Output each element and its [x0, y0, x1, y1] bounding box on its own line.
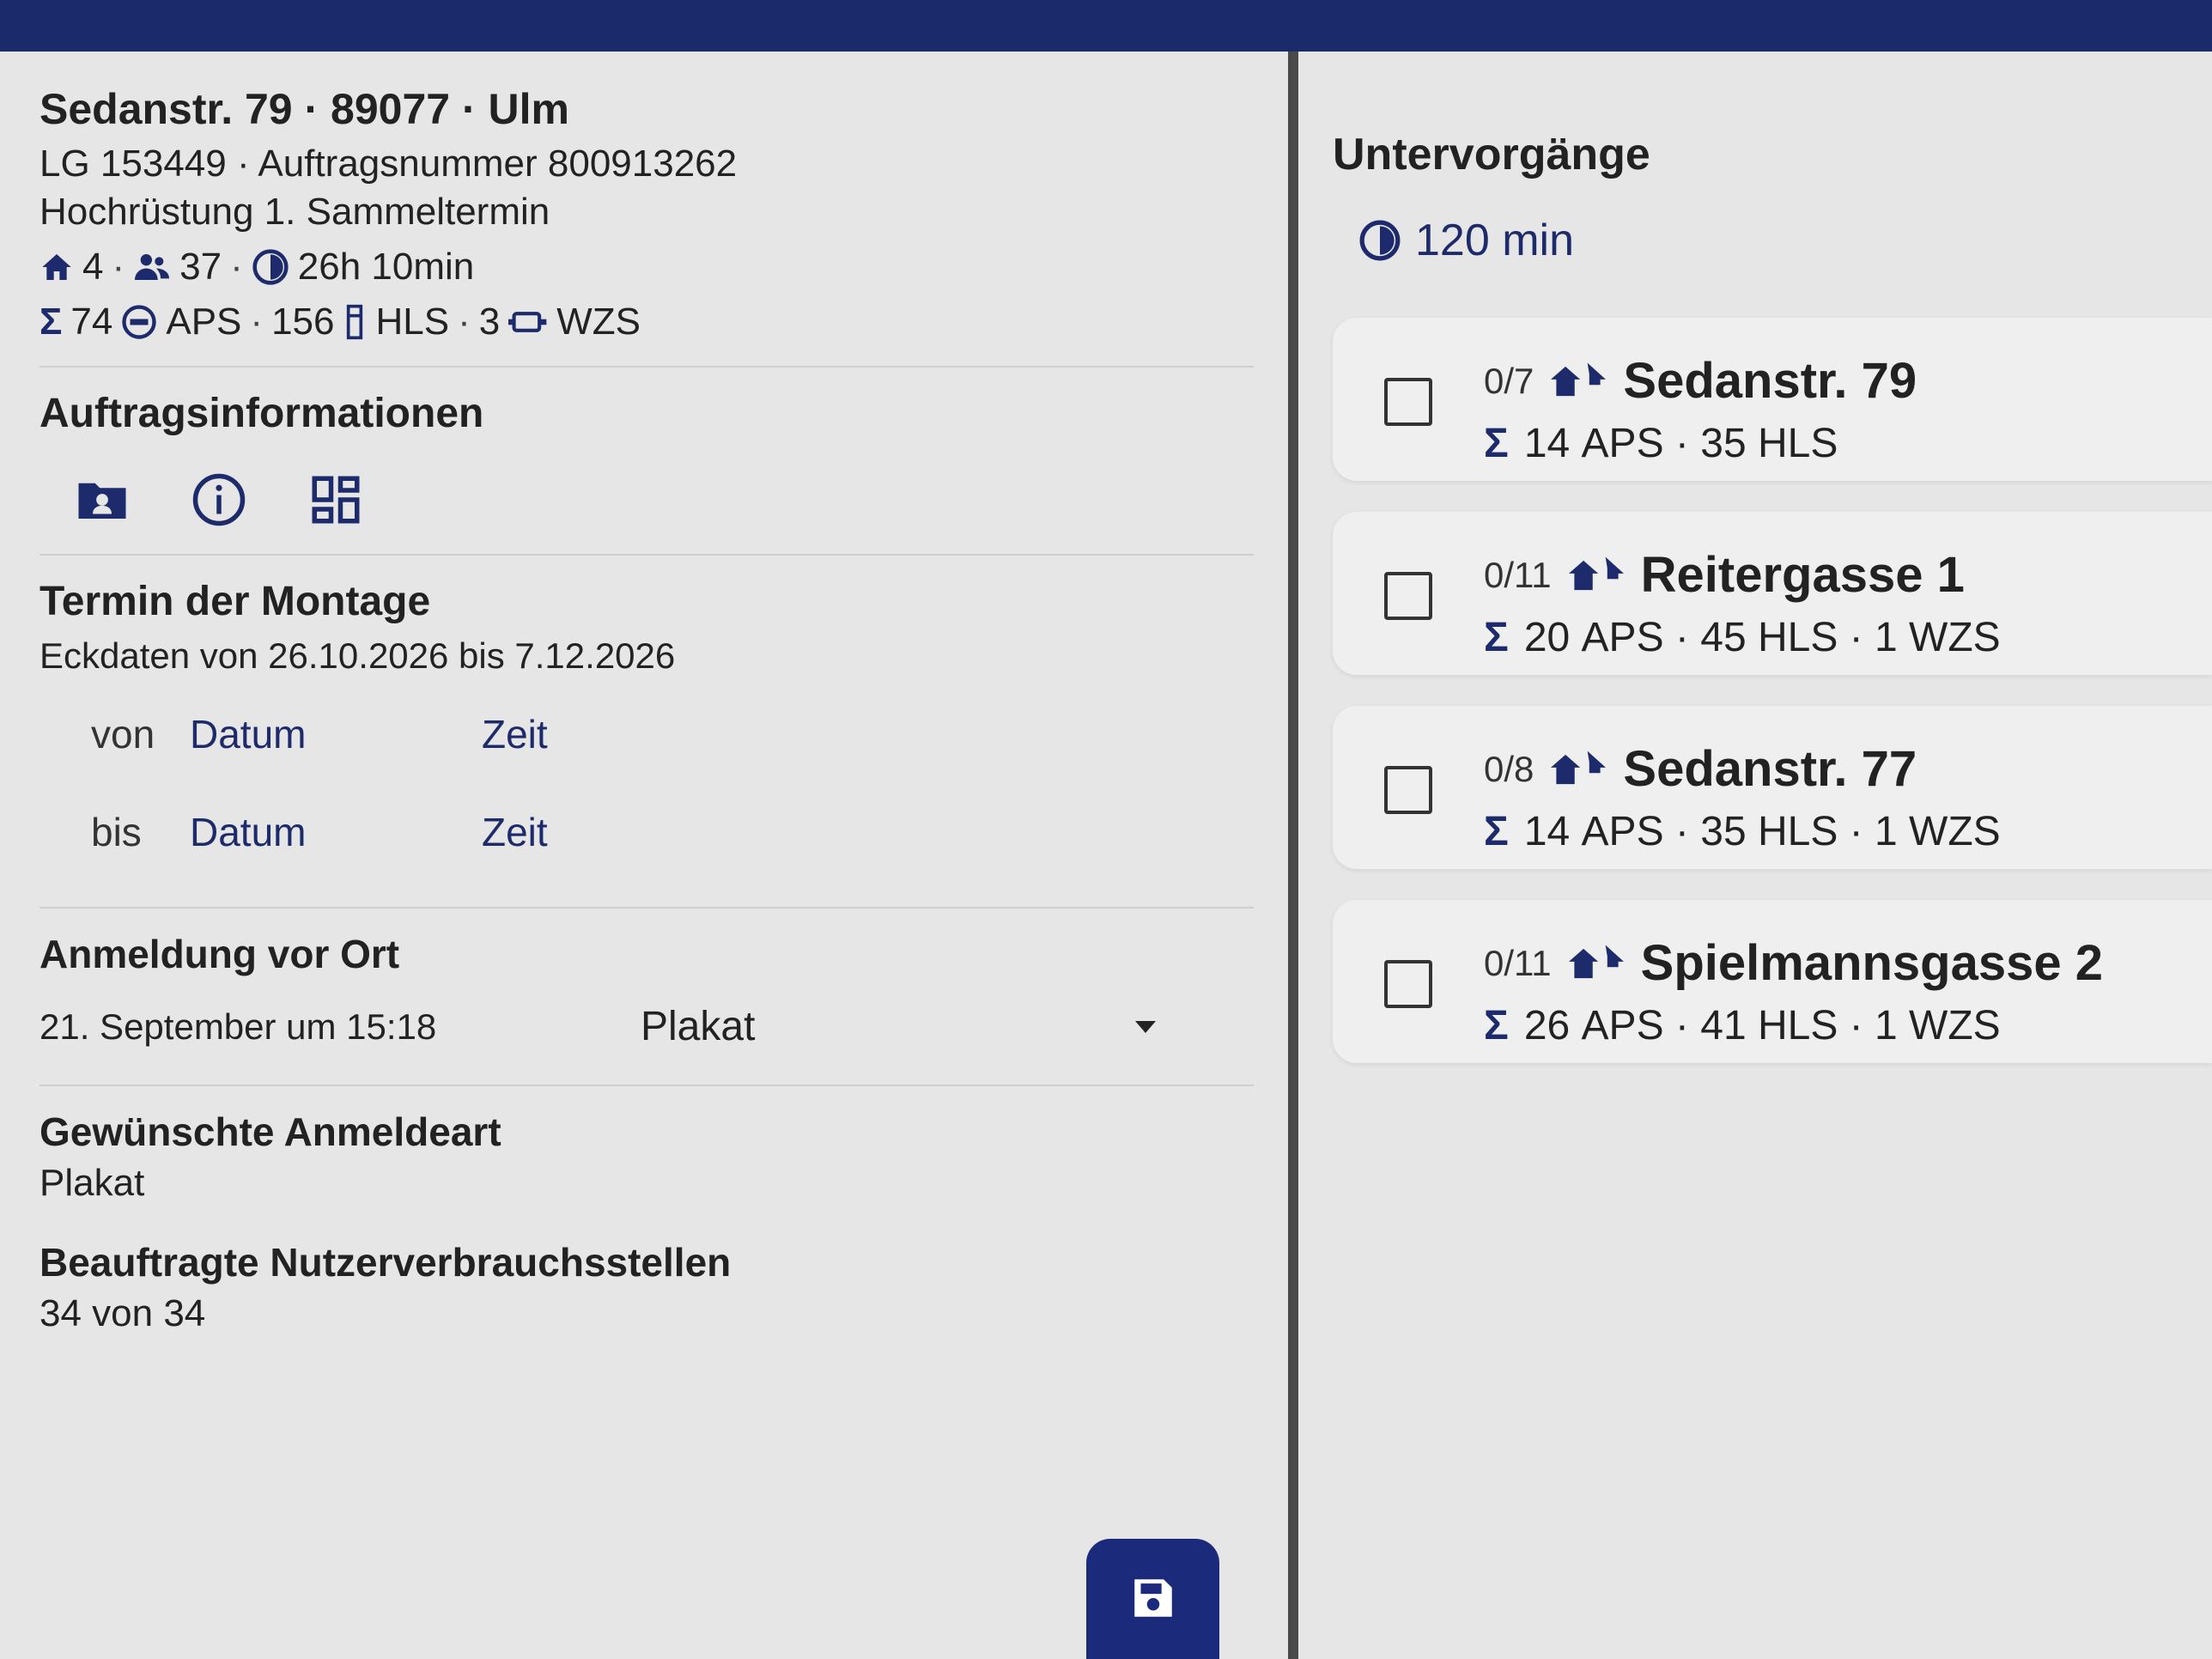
progress-count: 0/7: [1484, 360, 1534, 401]
houses-icon: [1551, 358, 1607, 404]
divider: [40, 366, 1254, 368]
order-type: Hochrüstung 1. Sammeltermin: [40, 191, 550, 233]
bis-zeit-field[interactable]: Zeit: [482, 809, 548, 855]
bis-datum-field[interactable]: Datum: [190, 809, 482, 855]
dashboard-icon[interactable]: [307, 471, 364, 528]
stats-row-2: Σ 74 APS · 156 HLS · 3 WZS: [40, 301, 641, 343]
units-count: 4: [82, 246, 104, 288]
wzs-label: WZS: [556, 301, 641, 343]
untervorgaenge-title: Untervorgänge: [1333, 130, 1650, 179]
checkbox[interactable]: [1384, 766, 1432, 814]
termin-title: Termin der Montage: [40, 579, 431, 624]
contact-card-icon[interactable]: [74, 471, 131, 528]
left-panel: Sedanstr. 79 · 89077 · Ulm LG 153449 · A…: [0, 52, 1288, 1659]
termin-subtitle: Eckdaten von 26.10.2026 bis 7.12.2026: [40, 635, 676, 676]
card-summary: 14 APS · 35 HLS · 1 WZS: [1523, 809, 2001, 854]
progress-count: 0/11: [1484, 942, 1552, 983]
water-meter-icon: [508, 307, 548, 337]
hls-count: 156: [271, 301, 335, 343]
auftrag-title: Auftragsinformationen: [40, 391, 484, 436]
progress-count: 0/8: [1484, 748, 1534, 789]
list-item[interactable]: 0/11 Reitergasse 1 Σ 20 APS · 45 HLS · 1 …: [1333, 512, 2212, 675]
duration-text: 26h 10min: [297, 246, 475, 288]
stats-row-1: 4 · 37 · 26h 10min: [40, 246, 1288, 289]
anmeldung-selected-value: Plakat: [641, 1004, 756, 1049]
beauftragt-value: 34 von 34: [40, 1292, 206, 1334]
card-title: Reitergasse 1: [1640, 547, 1965, 603]
sigma-symbol: Σ: [40, 301, 63, 343]
divider: [40, 1085, 1254, 1086]
bis-label: bis: [91, 810, 142, 854]
sigma-icon: Σ: [1484, 615, 1509, 660]
address-title: Sedanstr. 79 · 89077 · Ulm: [40, 85, 569, 133]
gewuenscht-value: Plakat: [40, 1162, 145, 1204]
checkbox[interactable]: [1384, 960, 1432, 1008]
gewuenscht-title: Gewünschte Anmeldeart: [40, 1109, 501, 1154]
card-summary: 26 APS · 41 HLS · 1 WZS: [1523, 1003, 2001, 1048]
card-title: Spielmannsgasse 2: [1640, 935, 2104, 991]
aps-label: APS: [166, 301, 242, 343]
info-icon[interactable]: [191, 471, 247, 528]
anmeldung-row: 21. September um 15:18 Plakat: [40, 1003, 1288, 1050]
right-panel: Untervorgänge 120 min 0/7 Sedanstr. 79 Σ…: [1298, 52, 2212, 1659]
card-title: Sedanstr. 79: [1623, 353, 1917, 409]
home-icon: [40, 250, 74, 284]
card-summary: 20 APS · 45 HLS · 1 WZS: [1523, 615, 2001, 660]
houses-icon: [1568, 940, 1624, 987]
save-button[interactable]: [1086, 1539, 1219, 1659]
checkbox[interactable]: [1384, 572, 1432, 620]
houses-icon: [1568, 552, 1624, 599]
von-datum-field[interactable]: Datum: [190, 711, 482, 757]
anmeldung-date: 21. September um 15:18: [40, 1006, 437, 1047]
von-label: von: [91, 712, 155, 757]
hls-label: HLS: [375, 301, 450, 343]
list-item[interactable]: 0/11 Spielmannsgasse 2 Σ 26 APS · 41 HLS …: [1333, 900, 2212, 1063]
panel-divider: [1288, 52, 1298, 1659]
clock-icon: [252, 248, 289, 286]
checkbox[interactable]: [1384, 378, 1432, 426]
total-duration: 120 min: [1358, 215, 2212, 266]
sigma-icon: Σ: [1484, 421, 1509, 466]
wzs-count: 3: [478, 301, 501, 343]
radiator-icon: [343, 303, 367, 341]
card-title: Sedanstr. 77: [1623, 741, 1917, 797]
bis-row: bis Datum Zeit: [91, 809, 1288, 855]
anmeldung-title: Anmeldung vor Ort: [40, 932, 400, 976]
chevron-down-icon: [1135, 1020, 1156, 1033]
meter-icon: [121, 304, 157, 340]
info-icon-bar: [74, 471, 1288, 528]
beauftragt-title: Beauftragte Nutzerverbrauchsstellen: [40, 1240, 732, 1285]
progress-count: 0/11: [1484, 554, 1552, 595]
duration-value: 120 min: [1415, 216, 1574, 265]
persons-count: 37: [179, 246, 222, 288]
order-info: LG 153449 · Auftragsnummer 800913262: [40, 143, 738, 185]
clock-icon: [1358, 219, 1401, 262]
save-icon: [1128, 1573, 1178, 1626]
von-row: von Datum Zeit: [91, 711, 1288, 757]
divider: [40, 907, 1254, 908]
divider: [40, 554, 1254, 556]
total-count: 74: [70, 301, 113, 343]
app-screen: Sedanstr. 79 · 89077 · Ulm LG 153449 · A…: [0, 52, 2212, 1659]
list-item[interactable]: 0/7 Sedanstr. 79 Σ 14 APS · 35 HLS: [1333, 318, 2212, 481]
sigma-icon: Σ: [1484, 1003, 1509, 1048]
houses-icon: [1551, 746, 1607, 793]
list-item[interactable]: 0/8 Sedanstr. 77 Σ 14 APS · 35 HLS · 1 WZ…: [1333, 706, 2212, 869]
people-icon: [133, 250, 171, 284]
card-summary: 14 APS · 35 HLS: [1523, 421, 1838, 466]
von-zeit-field[interactable]: Zeit: [482, 711, 548, 757]
anmeldung-select[interactable]: Plakat: [641, 1003, 1156, 1050]
sigma-icon: Σ: [1484, 809, 1509, 854]
